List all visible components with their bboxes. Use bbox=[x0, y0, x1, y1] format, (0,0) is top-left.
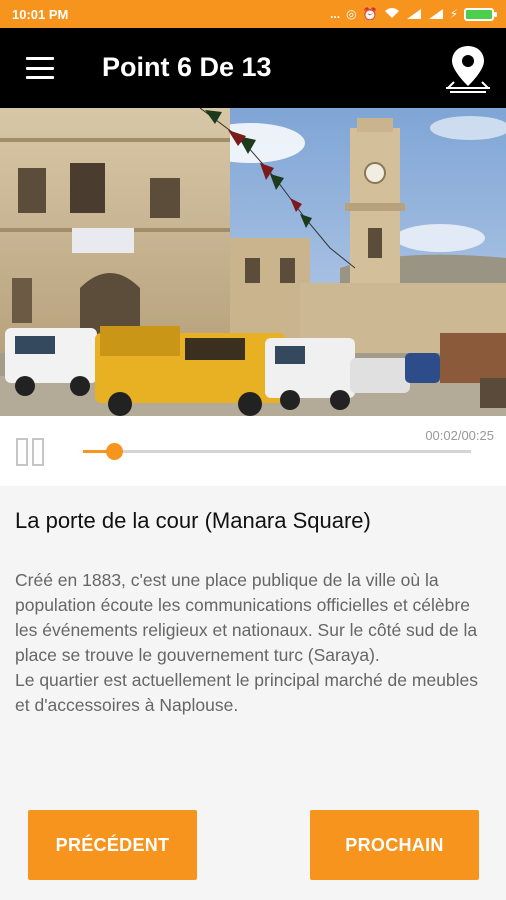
app-bar: Point 6 De 13 bbox=[0, 28, 506, 108]
pause-icon[interactable] bbox=[16, 438, 45, 466]
wifi-icon bbox=[384, 7, 400, 22]
dots-icon: ... bbox=[330, 7, 341, 21]
previous-button[interactable]: PRÉCÉDENT bbox=[28, 810, 197, 880]
signal-icon bbox=[406, 8, 422, 20]
next-button[interactable]: PROCHAIN bbox=[310, 810, 479, 880]
menu-icon[interactable] bbox=[26, 57, 54, 79]
map-pin-icon[interactable] bbox=[444, 44, 492, 94]
charging-icon: ⚡ bbox=[449, 7, 458, 21]
hero-image bbox=[0, 108, 506, 416]
content-panel: La porte de la cour (Manara Square) Créé… bbox=[0, 486, 506, 900]
status-icons: ... ◎ ⏰ ⚡ bbox=[330, 7, 497, 22]
battery-icon bbox=[464, 7, 497, 21]
status-bar: 10:01 PM ... ◎ ⏰ ⚡ bbox=[0, 0, 506, 28]
place-photo bbox=[0, 108, 506, 416]
data-saver-icon: ◎ bbox=[346, 7, 357, 21]
place-title: La porte de la cour (Manara Square) bbox=[15, 508, 371, 533]
progress-slider[interactable] bbox=[83, 443, 471, 460]
status-time: 10:01 PM bbox=[12, 6, 69, 22]
signal-icon bbox=[428, 8, 444, 20]
slider-thumb[interactable] bbox=[106, 443, 124, 460]
audio-player: 00:02/00:25 bbox=[0, 416, 506, 486]
playback-time: 00:02/00:25 bbox=[425, 428, 494, 443]
alarm-icon: ⏰ bbox=[362, 7, 378, 21]
page-title: Point 6 De 13 bbox=[102, 52, 272, 82]
place-description: Créé en 1883, c'est une place publique d… bbox=[15, 570, 479, 715]
